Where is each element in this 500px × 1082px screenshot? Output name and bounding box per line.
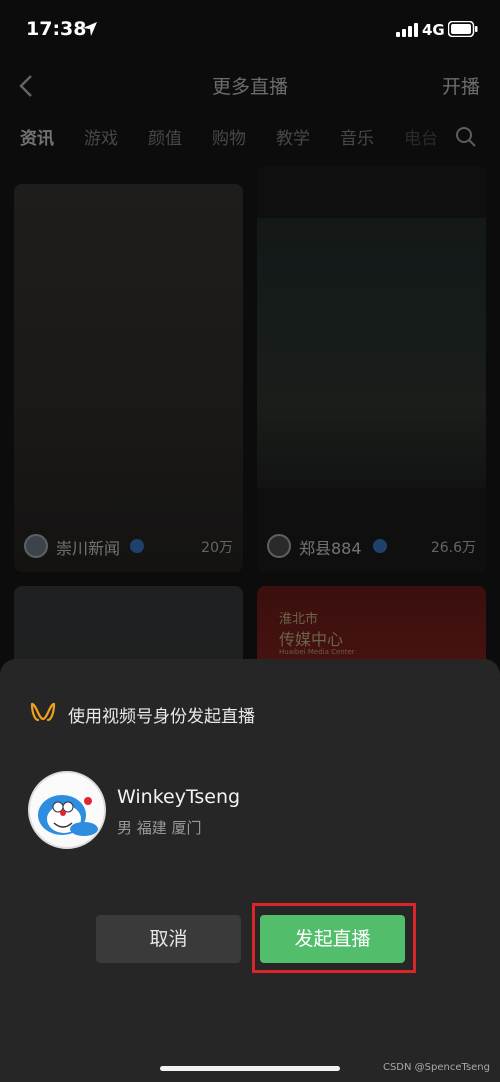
card-footer: 郑县884 26.6万 [267,534,476,560]
live-preview [257,218,486,488]
status-bar: 17:38 4G [0,0,500,60]
home-indicator [160,1066,340,1071]
tab-news[interactable]: 资讯 [20,124,54,149]
card-brand-subtext: Huaibei Media Center [279,648,355,656]
watermark: CSDN @SpenceTseng [382,1062,490,1073]
status-time: 17:38 [26,18,87,40]
location-arrow-icon [83,22,97,36]
tab-shopping[interactable]: 购物 [212,124,246,149]
tab-music[interactable]: 音乐 [340,124,374,149]
sheet-title: 使用视频号身份发起直播 [68,707,255,727]
go-live-sheet: 使用视频号身份发起直播 WinkeyTseng 男 福建 厦门 取消 发起直播 … [0,659,500,1082]
viewer-count: 20万 [201,540,233,556]
tab-looks[interactable]: 颜值 [148,124,182,149]
user-info: 男 福建 厦门 [117,819,202,837]
live-card[interactable]: 崇川新闻 20万 [14,184,243,572]
signal-icon [396,23,418,37]
card-footer: 崇川新闻 20万 [24,534,233,560]
channels-logo-icon [30,702,56,722]
battery-icon [448,21,478,37]
search-icon[interactable] [455,126,477,148]
card-brand-text: 传媒中心 [279,630,344,649]
channel-avatar [267,534,291,558]
verified-icon [373,539,387,553]
highlight-box [252,903,416,973]
card-brand-text: 淮北市 [279,612,319,627]
go-live-link[interactable]: 开播 [442,72,480,99]
doraemon-avatar-image [38,795,98,836]
cancel-button[interactable]: 取消 [96,915,241,963]
user-name: WinkeyTseng [117,786,241,808]
live-card[interactable]: 郑县884 26.6万 [257,166,486,572]
channel-avatar [24,534,48,558]
viewer-count: 26.6万 [430,540,476,556]
nav-bar: 更多直播 开播 [0,60,500,110]
channel-name: 崇川新闻 [56,539,121,558]
page-title: 更多直播 [211,76,288,98]
avatar [28,771,106,849]
verified-icon [130,539,144,553]
category-tabs: 资讯 游戏 颜值 购物 教学 音乐 电台 [0,124,500,154]
tab-radio[interactable]: 电台 [404,124,438,149]
tab-games[interactable]: 游戏 [84,124,118,149]
tab-teaching[interactable]: 教学 [276,124,310,149]
channel-name: 郑县884 [299,539,362,558]
network-type: 4G [422,21,445,39]
